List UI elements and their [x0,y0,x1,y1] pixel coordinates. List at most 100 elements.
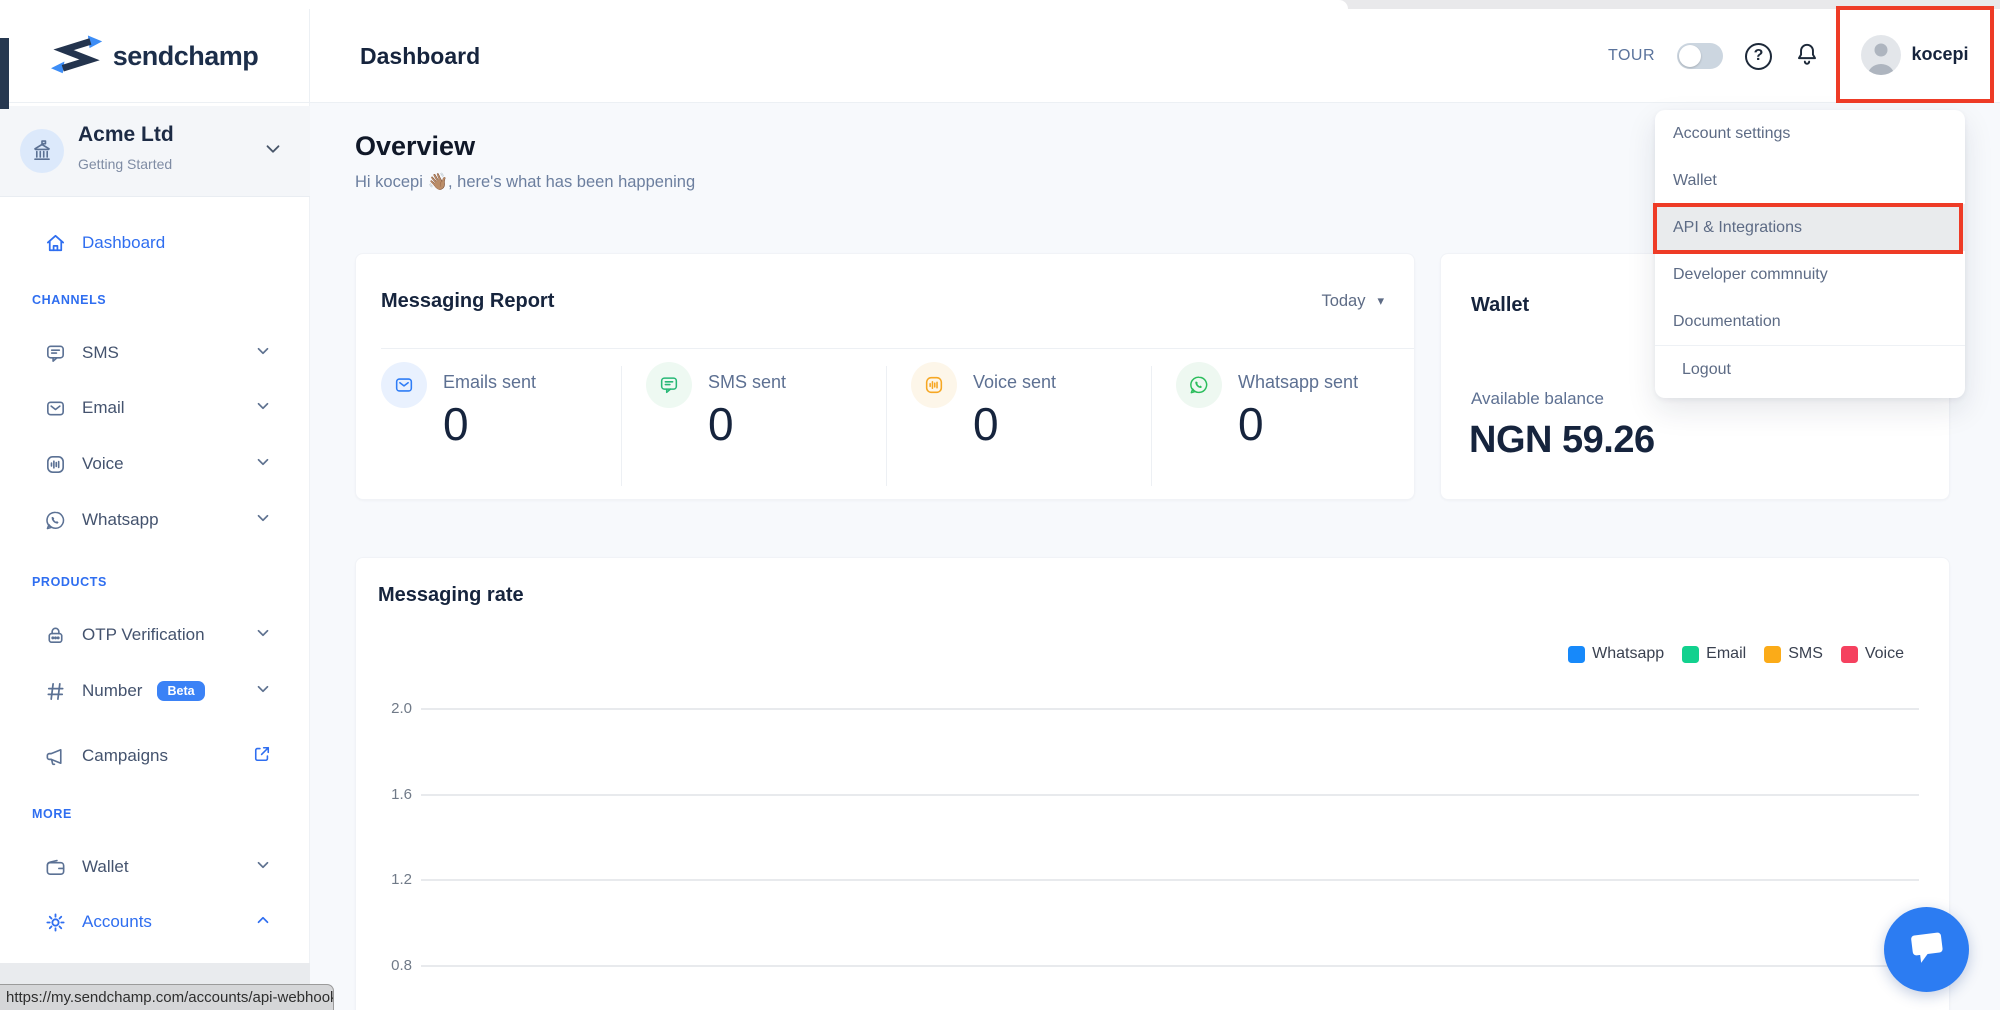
sidebar-item-dashboard[interactable]: Dashboard [0,226,310,260]
stat-voice-sent: Voice sent 0 [886,362,1151,492]
sidebar-item-label: Campaigns [82,746,168,766]
voice-icon [44,453,67,476]
sidebar-item-sms[interactable]: SMS [0,336,310,370]
avatar [1861,35,1901,75]
chevron-down-icon [262,138,284,165]
section-label-products: PRODUCTS [32,575,107,589]
legend-item-email: Email [1682,645,1746,663]
lock-icon [44,624,67,647]
sidebar-item-campaigns[interactable]: Campaigns [0,739,310,773]
sms-icon [646,362,692,408]
sidebar-item-label: Whatsapp [82,510,159,530]
stat-emails-sent: Emails sent 0 [356,362,621,492]
chart-legend: Whatsapp Email SMS Voice [1568,645,1904,663]
chevron-down-icon [254,342,272,365]
chevron-down-icon [254,509,272,532]
stat-value: 0 [708,401,786,447]
menu-item-logout[interactable]: Logout [1655,346,1965,393]
left-edge-artifact [0,38,9,109]
dropdown-caret-icon: ▾ [1377,293,1384,309]
megaphone-icon [44,745,67,768]
bell-icon[interactable] [1794,41,1820,72]
org-name: Acme Ltd [78,123,174,147]
legend-chip [1682,646,1699,663]
page-title: Dashboard [360,9,480,103]
menu-item-developer-community[interactable]: Developer commnuity [1655,251,1965,298]
stat-label: Whatsapp sent [1238,372,1358,393]
mail-icon [44,397,67,420]
menu-item-documentation[interactable]: Documentation [1655,298,1965,345]
stat-label: Voice sent [973,372,1056,393]
stat-label: Emails sent [443,372,536,393]
period-select[interactable]: Today ▾ [1321,292,1384,311]
wallet-icon [44,856,67,879]
sms-icon [44,342,67,365]
status-bar-url: https://my.sendchamp.com/accounts/api-we… [0,984,334,1010]
legend-item-voice: Voice [1841,645,1904,663]
legend-chip [1568,646,1585,663]
overview-title: Overview [355,131,475,162]
home-icon [44,232,67,255]
messaging-rate-card: Messaging rate Whatsapp Email SMS Voice [355,557,1950,1010]
sidebar-item-number[interactable]: Number Beta [0,674,310,708]
brand-logo-zone[interactable]: sendchamp [0,9,310,103]
hash-icon [44,680,67,703]
whatsapp-icon [1176,362,1222,408]
browser-chrome-strip [0,0,2000,9]
stat-value: 0 [973,401,1056,447]
gridline [421,794,1919,796]
menu-item-api-integrations[interactable]: API & Integrations [1655,204,1965,251]
help-icon[interactable]: ? [1745,43,1772,70]
y-tick: 1.6 [356,787,412,802]
sidebar-subitem-hovered[interactable] [0,963,310,984]
stat-whatsapp-sent: Whatsapp sent 0 [1151,362,1416,492]
gridline [421,965,1919,967]
topbar-actions: TOUR ? [1608,9,1820,103]
sidebar-item-label: Accounts [82,912,152,932]
sidebar-item-voice[interactable]: Voice [0,447,310,481]
sidebar-item-email[interactable]: Email [0,391,310,425]
sidebar-item-label: SMS [82,343,119,363]
sendchamp-logo-icon [51,33,103,80]
gridline [421,879,1919,881]
overview-greeting: Hi kocepi 👋🏽, here's what has been happe… [355,173,695,192]
voice-icon [911,362,957,408]
chevron-down-icon [254,397,272,420]
sidebar-item-wallet[interactable]: Wallet [0,850,310,884]
chevron-down-icon [254,624,272,647]
menu-item-account-settings[interactable]: Account settings [1655,110,1965,157]
chevron-down-icon [254,856,272,879]
available-balance-label: Available balance [1471,389,1604,409]
wallet-card-title: Wallet [1471,294,1529,317]
chat-launcher-button[interactable] [1884,907,1969,992]
org-subtitle: Getting Started [78,156,172,172]
chevron-down-icon [254,680,272,703]
sidebar-item-label: Number [82,681,142,701]
user-name: kocepi [1911,44,1968,65]
menu-item-wallet[interactable]: Wallet [1655,157,1965,204]
sidebar-item-accounts[interactable]: Accounts [0,905,310,939]
y-tick: 0.8 [356,958,412,973]
legend-chip [1841,646,1858,663]
gridline [421,708,1919,710]
period-value: Today [1321,292,1365,311]
messaging-rate-title: Messaging rate [378,584,524,607]
user-menu-trigger[interactable]: kocepi [1836,6,1994,103]
y-tick: 1.2 [356,872,412,887]
sidebar-item-otp-verification[interactable]: OTP Verification [0,618,310,652]
whatsapp-icon [44,509,67,532]
org-switcher[interactable]: Acme Ltd Getting Started [0,106,310,197]
sidebar-item-whatsapp[interactable]: Whatsapp [0,503,310,537]
tour-toggle[interactable] [1677,43,1723,69]
sidebar-item-label: Voice [82,454,124,474]
messaging-report-card: Messaging Report Today ▾ Emails sent 0 [355,253,1415,500]
sidebar-item-label: Email [82,398,125,418]
legend-chip [1764,646,1781,663]
sidebar-item-label: Dashboard [82,233,165,253]
gear-icon [44,911,67,934]
toggle-knob [1679,45,1701,67]
topbar: sendchamp Dashboard TOUR ? [0,9,2000,103]
legend-item-whatsapp: Whatsapp [1568,645,1664,663]
sendchamp-dashboard-screen: sendchamp Dashboard TOUR ? kocepi [0,0,2000,1010]
sidebar-item-label: OTP Verification [82,625,205,645]
